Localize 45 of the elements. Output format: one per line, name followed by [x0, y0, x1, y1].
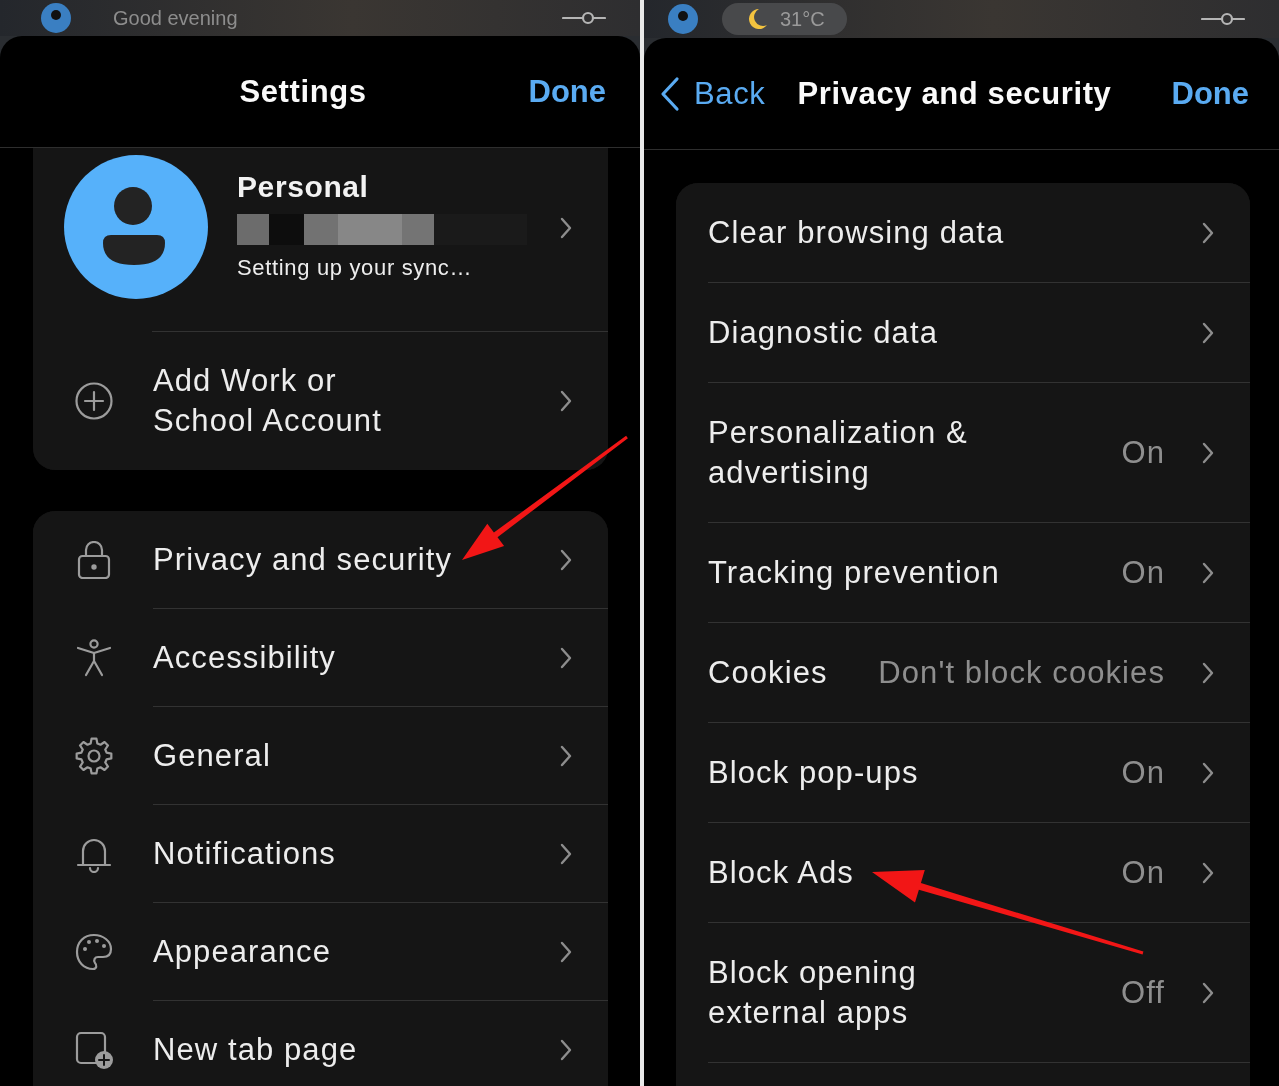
chevron-right-icon	[1202, 222, 1214, 244]
chevron-right-icon	[560, 941, 572, 963]
chevron-right-icon	[560, 390, 572, 412]
sync-status: Setting up your sync…	[237, 254, 473, 282]
chevron-right-icon	[560, 217, 572, 239]
settings-menu-item[interactable]: Privacy and security	[33, 511, 608, 609]
setting-value: On	[1120, 434, 1165, 472]
new-tab-icon	[75, 1031, 113, 1069]
chevron-right-icon	[560, 549, 572, 571]
chevron-right-icon	[560, 843, 572, 865]
chevron-right-icon	[1202, 982, 1214, 1004]
chevron-left-icon	[660, 75, 680, 112]
chevron-right-icon	[1202, 862, 1214, 884]
chevron-right-icon	[1202, 562, 1214, 584]
user-avatar-icon	[41, 3, 71, 33]
back-button[interactable]: Back	[660, 73, 766, 114]
chevron-right-icon	[560, 1039, 572, 1061]
slider-icon	[562, 11, 606, 25]
done-button[interactable]: Done	[1171, 73, 1249, 114]
setting-value: On	[1120, 854, 1165, 892]
privacy-setting-row[interactable]: Clear browsing data	[676, 183, 1250, 283]
moon-icon	[748, 8, 768, 30]
temperature-text: 31°C	[780, 7, 825, 31]
gear-icon	[75, 737, 113, 775]
sheet-title: Privacy and security	[797, 75, 1112, 112]
setting-value: On	[1120, 554, 1165, 592]
chevron-right-icon	[1202, 662, 1214, 684]
setting-value: Don't block cookies	[877, 654, 1165, 692]
chevron-right-icon	[560, 745, 572, 767]
palette-icon	[75, 933, 113, 971]
lock-icon	[75, 541, 113, 579]
accessibility-icon	[75, 639, 113, 677]
user-avatar-icon	[668, 4, 698, 34]
setting-value: On	[1120, 754, 1165, 792]
chevron-right-icon	[1202, 322, 1214, 344]
slider-icon	[1201, 12, 1245, 26]
setting-value: Off	[1119, 974, 1165, 1012]
chevron-right-icon	[1202, 442, 1214, 464]
chevron-right-icon	[1202, 762, 1214, 784]
profile-name: Personal	[237, 169, 369, 205]
done-button[interactable]: Done	[528, 71, 606, 112]
sheet-title: Settings	[239, 73, 367, 110]
plus-circle-icon	[75, 382, 113, 420]
chevron-right-icon	[560, 647, 572, 669]
greeting-text: Good evening	[113, 6, 238, 30]
